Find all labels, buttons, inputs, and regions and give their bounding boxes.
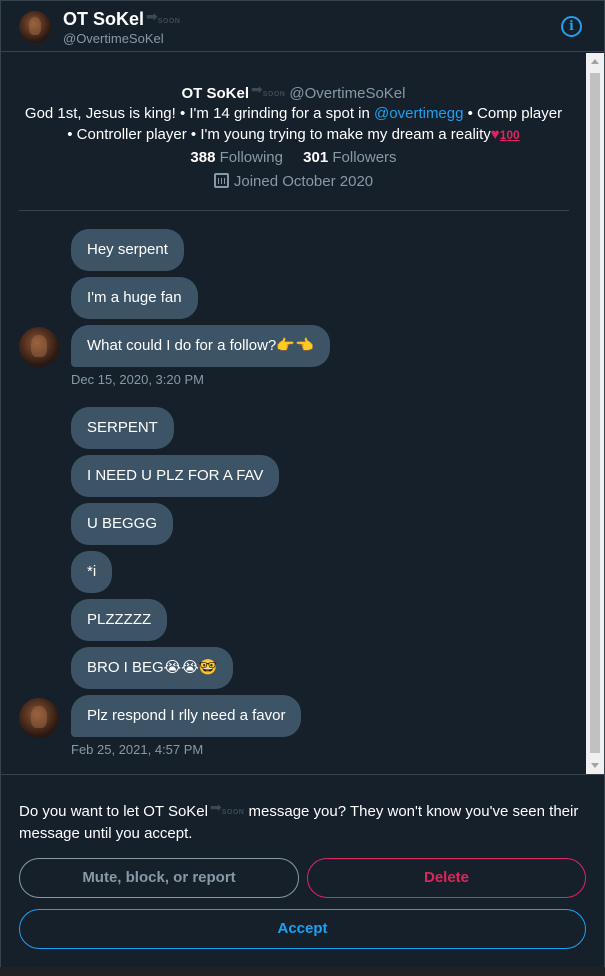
scroll-down-arrow-icon[interactable] <box>586 758 604 774</box>
heart-icon: ♥ <box>490 126 500 143</box>
message-bubble[interactable]: BRO I BEG😭😭🤓 <box>71 647 234 689</box>
message-request-panel: Do you want to let OT SoKel ➡SOON message… <box>1 774 604 968</box>
window-bottom-edge <box>0 967 605 976</box>
profile-soon-badge: SOON <box>262 91 286 98</box>
info-icon[interactable]: i <box>561 16 582 37</box>
delete-button[interactable]: Delete <box>307 858 586 898</box>
message-bubble[interactable]: What could I do for a follow?👉👈 <box>71 325 330 367</box>
request-text-1: Do you want to let OT SoKel <box>19 803 208 820</box>
request-soon-badge: SOON <box>221 809 245 816</box>
message-request-prompt: Do you want to let OT SoKel ➡SOON message… <box>19 797 579 844</box>
arrow-icon: ➡ <box>251 81 263 97</box>
message-bubble[interactable]: U BEGGG <box>71 503 174 545</box>
scrollbar[interactable] <box>586 53 604 774</box>
message-bubble[interactable]: Hey serpent <box>71 229 184 271</box>
header-display-name[interactable]: OT SoKel ➡SOON <box>63 8 180 30</box>
followers-count[interactable]: 301 <box>303 149 328 166</box>
profile-bio: God 1st, Jesus is king! • I'm 14 grindin… <box>21 103 566 146</box>
message-bubble[interactable]: PLZZZZZ <box>71 599 168 641</box>
header-handle[interactable]: @OvertimeSoKel <box>63 31 164 46</box>
message-bubble[interactable]: SERPENT <box>71 407 174 449</box>
header-name-text: OT SoKel <box>63 9 145 29</box>
message-bubble[interactable]: I NEED U PLZ FOR A FAV <box>71 455 280 497</box>
sender-avatar[interactable] <box>19 327 59 367</box>
hundred-points-icon: 100 <box>499 128 520 142</box>
arrow-icon: ➡ <box>146 8 158 24</box>
profile-name[interactable]: OT SoKel <box>182 85 250 102</box>
conversation-scroll-area[interactable]: OT SoKel ➡SOON @OvertimeSoKel God 1st, Jes… <box>1 53 586 774</box>
bio-mention-link[interactable]: @overtimegg <box>374 105 463 122</box>
mute-block-report-button[interactable]: Mute, block, or report <box>19 858 299 898</box>
profile-stats: 388 Following 301 Followers <box>1 149 586 166</box>
header-soon-badge: SOON <box>157 18 181 25</box>
following-count[interactable]: 388 <box>190 149 215 166</box>
joined-date: Joined October 2020 <box>1 173 586 190</box>
message-bubble[interactable]: Plz respond I rlly need a favor <box>71 695 302 737</box>
profile-handle[interactable]: @OvertimeSoKel <box>289 85 405 102</box>
message-timestamp: Feb 25, 2021, 4:57 PM <box>71 742 204 757</box>
message-timestamp: Dec 15, 2020, 3:20 PM <box>71 372 204 387</box>
message-bubble[interactable]: I'm a huge fan <box>71 277 198 319</box>
header-avatar[interactable] <box>19 11 51 43</box>
bio-text-1: God 1st, Jesus is king! • I'm 14 grindin… <box>24 105 375 122</box>
profile-name-line: OT SoKel ➡SOON @OvertimeSoKel <box>1 81 586 102</box>
message-bubble[interactable]: *i <box>71 551 113 593</box>
calendar-icon <box>213 173 229 188</box>
scroll-up-arrow-icon[interactable] <box>586 53 604 69</box>
arrow-icon: ➡ <box>210 799 222 815</box>
conversation-header: OT SoKel ➡SOON @OvertimeSoKel i <box>1 1 604 52</box>
following-label[interactable]: Following <box>220 149 283 166</box>
dm-window: OT SoKel ➡SOON @OvertimeSoKel i OT SoKel ➡… <box>0 0 605 976</box>
scrollbar-thumb[interactable] <box>590 73 600 753</box>
followers-label[interactable]: Followers <box>332 149 396 166</box>
joined-text: Joined October 2020 <box>233 173 374 190</box>
divider <box>19 210 569 211</box>
accept-button[interactable]: Accept <box>19 909 586 949</box>
sender-avatar[interactable] <box>19 698 59 738</box>
